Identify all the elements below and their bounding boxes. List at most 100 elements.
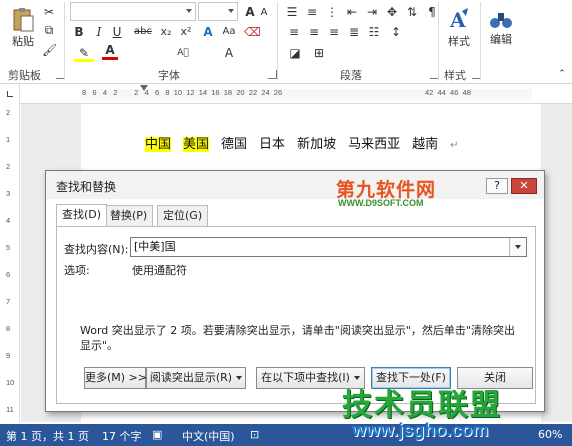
- macro-icon[interactable]: ⊡: [250, 428, 259, 441]
- shading-icon[interactable]: ◪: [286, 45, 304, 61]
- paste-button[interactable]: 粘贴: [6, 2, 40, 54]
- highlighter-icon: ✎: [78, 46, 90, 60]
- vertical-ruler-number: 7: [6, 297, 11, 306]
- subscript-button[interactable]: x₂: [158, 24, 174, 40]
- ruler-ticks-left: 8 6 4 2 2 4 6 8 10 12 14 16 18 20 22 24 …: [82, 88, 283, 97]
- align-right-icon[interactable]: ≡: [326, 24, 342, 40]
- justify-icon[interactable]: ≣: [346, 24, 362, 40]
- bold-button[interactable]: B: [72, 24, 86, 40]
- document-word[interactable]: 美国: [183, 137, 210, 152]
- language-indicator[interactable]: 中文(中国): [182, 428, 235, 444]
- indent-marker-icon[interactable]: [140, 85, 148, 91]
- document-word[interactable]: 日本: [259, 137, 285, 152]
- help-button[interactable]: ?: [486, 178, 508, 194]
- collapse-ribbon-icon[interactable]: ⌃: [556, 66, 568, 82]
- vertical-ruler-number: 11: [6, 405, 14, 414]
- strikethrough-button[interactable]: abc: [132, 24, 154, 40]
- more-button-label: 更多(M) >>: [85, 371, 148, 384]
- document-word[interactable]: 新加坡: [297, 137, 336, 152]
- styles-icon: A: [449, 8, 468, 32]
- watermark-bottom-url: www.jsgho.com: [352, 420, 489, 440]
- paragraph-group-label: 段落: [340, 69, 362, 82]
- document-word[interactable]: 德国: [221, 137, 247, 152]
- reading-highlight-label: 阅读突出显示(R): [149, 371, 233, 384]
- vertical-ruler-number: 1: [6, 135, 11, 144]
- font-shrink-icon[interactable]: A: [258, 5, 270, 21]
- document-word[interactable]: 中国: [145, 137, 172, 152]
- superscript-button[interactable]: x²: [178, 24, 194, 40]
- font-color-button[interactable]: A: [102, 44, 118, 60]
- font-grow-icon[interactable]: A: [243, 4, 257, 20]
- clipboard-icon: [13, 8, 34, 32]
- highlight-color-button[interactable]: ✎: [74, 45, 94, 62]
- paste-label: 粘贴: [12, 35, 34, 48]
- vertical-ruler-number: 4: [6, 216, 11, 225]
- dropdown-caret-icon: [236, 376, 243, 380]
- document-word[interactable]: 马来西亚: [348, 137, 400, 152]
- vertical-ruler-number: 2: [6, 162, 11, 171]
- tab-goto[interactable]: 定位(G): [157, 205, 209, 226]
- vertical-ruler[interactable]: 2123456789101112: [0, 104, 20, 441]
- styles-group-label: 样式: [444, 69, 466, 82]
- page-count[interactable]: 第 1 页，共 1 页: [6, 428, 89, 444]
- dialog-title: 查找和替换: [56, 180, 117, 194]
- options-value: 使用通配符: [132, 264, 187, 277]
- ribbon: 粘贴 ✂ ⧉ 🖌 剪贴板 A A B I U abc x₂ x² ✎ A A A…: [0, 0, 572, 84]
- tab-find[interactable]: 查找(D): [56, 204, 108, 226]
- find-history-dropdown[interactable]: [509, 238, 526, 256]
- format-painter-icon[interactable]: 🖌: [42, 42, 57, 58]
- tab-selector[interactable]: [0, 84, 20, 104]
- text-effects-button[interactable]: A: [200, 24, 216, 40]
- reading-highlight-button[interactable]: 阅读突出显示(R): [146, 367, 246, 389]
- watermark-bottom-text: 技术员联盟: [342, 388, 502, 423]
- align-center-icon[interactable]: ≡: [306, 24, 322, 40]
- clear-format-icon[interactable]: ⌫: [244, 24, 261, 40]
- editing-label: 编辑: [490, 33, 512, 46]
- italic-button[interactable]: I: [92, 24, 106, 40]
- numbering-icon[interactable]: ≡: [304, 4, 320, 20]
- find-replace-dialog: 查找和替换 第九软件网 WWW.D9SOFT.COM ? ✕ 查找(D) 替换(…: [45, 170, 545, 412]
- separator: [480, 2, 481, 80]
- font-size-combo[interactable]: [198, 2, 238, 21]
- styles-label: 样式: [448, 35, 470, 48]
- bullets-icon[interactable]: ☰: [284, 4, 300, 20]
- more-button[interactable]: 更多(M) >>: [84, 367, 148, 389]
- close-window-button[interactable]: ✕: [511, 178, 537, 194]
- word-count[interactable]: 17 个字: [102, 428, 142, 444]
- document-word[interactable]: 越南: [412, 137, 438, 152]
- change-case-button[interactable]: Aa: [220, 24, 238, 40]
- binoculars-icon: [490, 13, 512, 28]
- cut-icon[interactable]: ✂: [42, 4, 56, 20]
- paragraph-mark-icon: ↵: [450, 140, 459, 151]
- increase-indent-icon[interactable]: ⇥: [364, 4, 380, 20]
- proofing-icon[interactable]: ▣: [152, 428, 162, 441]
- decrease-indent-icon[interactable]: ⇤: [344, 4, 360, 20]
- find-what-input[interactable]: [中美]国: [130, 237, 527, 257]
- editing-button[interactable]: 编辑: [484, 2, 518, 54]
- options-label: 选项:: [64, 264, 90, 277]
- sort-icon[interactable]: ⇅: [404, 4, 420, 20]
- horizontal-ruler[interactable]: 8 6 4 2 2 4 6 8 10 12 14 16 18 20 22 24 …: [20, 84, 572, 104]
- font-group-label: 字体: [158, 69, 180, 82]
- line-spacing-icon[interactable]: ↕: [388, 24, 404, 40]
- document-text-line[interactable]: 中国 美国 德国 日本 新加坡 马来西亚 越南 ↵: [145, 133, 459, 152]
- copy-icon[interactable]: ⧉: [42, 22, 56, 38]
- multilevel-list-icon[interactable]: ⋮: [324, 4, 340, 20]
- tab-replace[interactable]: 替换(P): [104, 205, 154, 226]
- vertical-ruler-number: 3: [6, 189, 11, 198]
- chinese-layout-icon[interactable]: ✥: [384, 4, 400, 20]
- font-name-combo[interactable]: [70, 2, 196, 21]
- styles-button[interactable]: A 样式: [442, 2, 476, 54]
- find-what-label: 查找内容(N):: [64, 243, 129, 256]
- separator: [64, 2, 65, 80]
- watermark-top: 第九软件网 WWW.D9SOFT.COM: [336, 175, 486, 213]
- font-launcher-icon[interactable]: [268, 70, 277, 79]
- align-left-icon[interactable]: ≡: [286, 24, 302, 40]
- phonetic-guide-button[interactable]: A⃞: [170, 45, 196, 61]
- dialog-titlebar[interactable]: 查找和替换 第九软件网 WWW.D9SOFT.COM ? ✕: [46, 171, 544, 208]
- borders-icon[interactable]: ⊞: [310, 45, 328, 61]
- underline-button[interactable]: U: [110, 24, 124, 40]
- distributed-icon[interactable]: ☷: [366, 24, 382, 40]
- char-border-icon[interactable]: A: [222, 45, 236, 61]
- find-in-label: 在以下项中查找(I): [261, 371, 350, 384]
